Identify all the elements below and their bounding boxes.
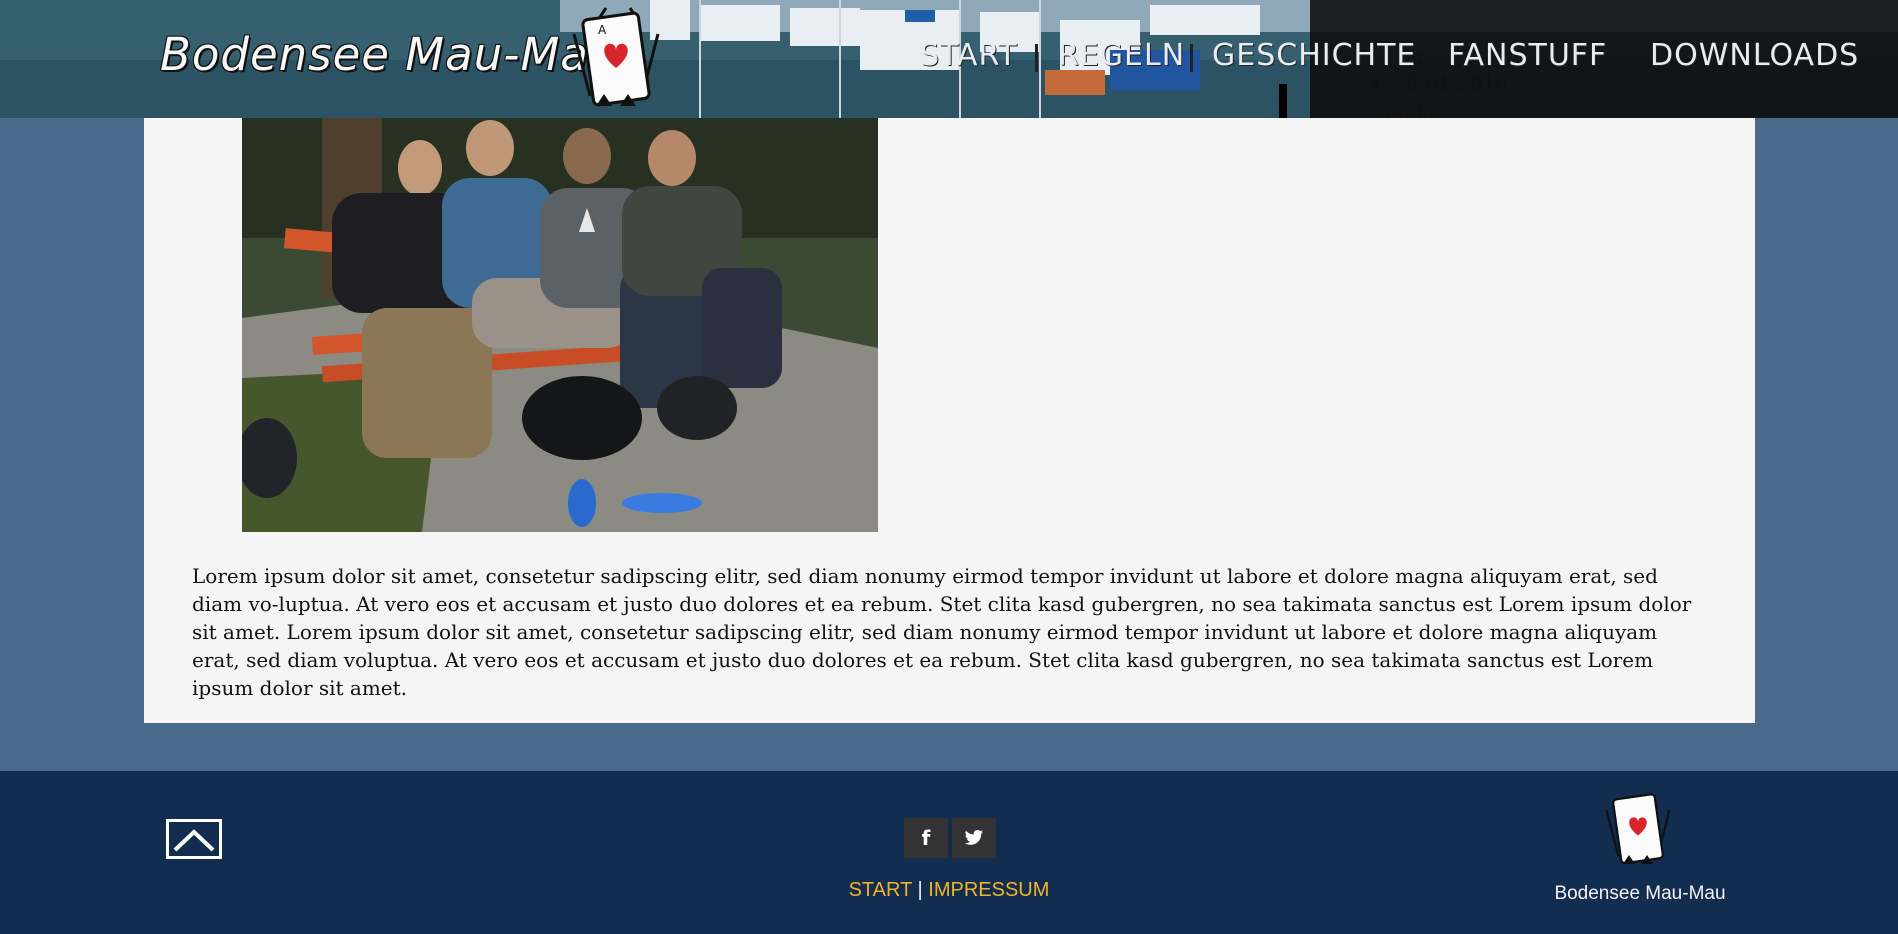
nav-start[interactable]: START xyxy=(920,38,1018,73)
main-navigation: START REGELN GESCHICHTE FANSTUFF DOWNLOA… xyxy=(0,38,1898,78)
social-links: f xyxy=(904,818,996,858)
nav-regeln[interactable]: REGELN xyxy=(1058,38,1185,73)
nav-separator xyxy=(1035,44,1038,72)
ace-of-hearts-logo[interactable] xyxy=(1598,789,1678,873)
main-content: Lorem ipsum dolor sit amet, consetetur s… xyxy=(144,118,1755,723)
footer-brand: Bodensee Mau-Mau xyxy=(1554,883,1726,904)
back-to-top-icon xyxy=(173,829,215,852)
site-header: ar 28.01.2016 mehr... Bodensee Mau-Mau A… xyxy=(0,0,1898,118)
svg-text:A: A xyxy=(598,23,607,37)
site-footer: f START | IMPRESSUM Bodensee Mau-Mau xyxy=(0,771,1898,934)
twitter-icon[interactable] xyxy=(952,818,996,858)
facebook-icon[interactable]: f xyxy=(904,818,948,858)
news-more-link[interactable]: mehr... xyxy=(1385,101,1508,118)
sidebar-divider-fragment xyxy=(1279,84,1287,118)
nav-downloads[interactable]: DOWNLOADS xyxy=(1650,38,1859,73)
nav-fanstuff[interactable]: FANSTUFF xyxy=(1448,38,1607,73)
group-photo xyxy=(242,118,878,532)
footer-link-start[interactable]: START xyxy=(849,879,912,901)
footer-link-separator: | xyxy=(917,879,923,901)
nav-geschichte[interactable]: GESCHICHTE xyxy=(1212,38,1416,73)
back-to-top-button[interactable] xyxy=(166,819,222,859)
footer-link-impressum[interactable]: IMPRESSUM xyxy=(928,879,1049,901)
nav-separator xyxy=(1190,44,1193,72)
body-paragraph: Lorem ipsum dolor sit amet, consetetur s… xyxy=(192,564,1692,700)
